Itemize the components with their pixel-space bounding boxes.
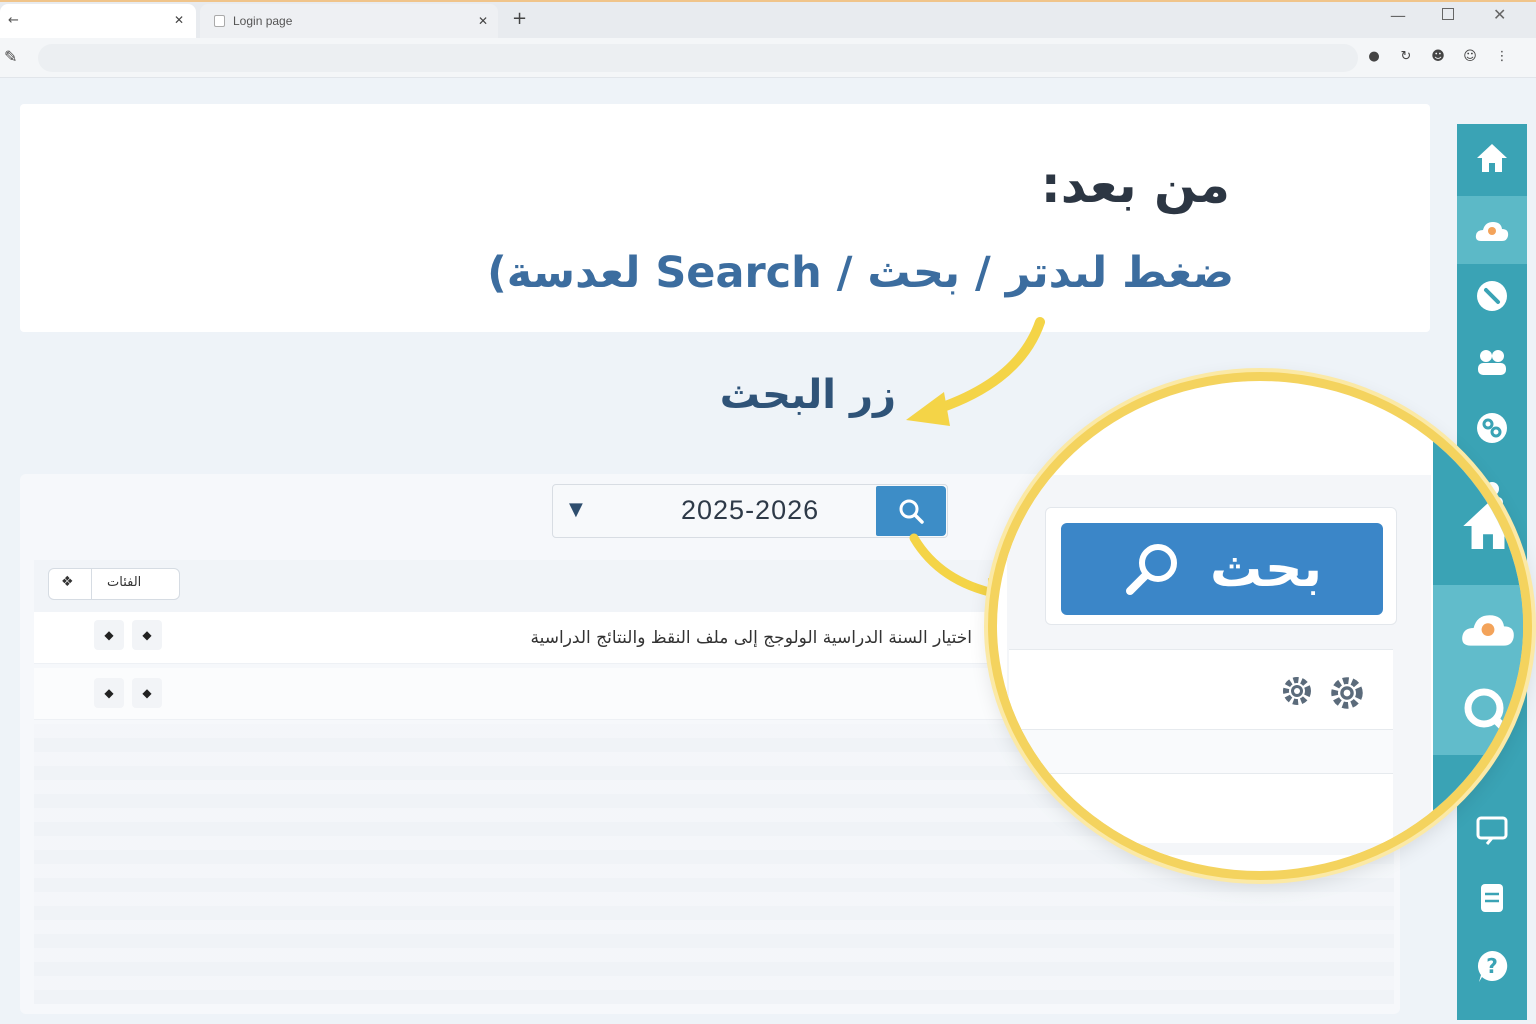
browser-tab[interactable]: ← ✕ — [0, 4, 196, 40]
sidebar-item-home[interactable] — [1457, 124, 1527, 192]
extension-icon[interactable]: ✎ — [4, 47, 17, 66]
zoom-content: بحث — [997, 381, 1523, 871]
search-button-caption: زر البحث — [719, 372, 896, 418]
sidebar-item-profile[interactable] — [1457, 196, 1527, 264]
shield-icon[interactable]: ● — [1366, 48, 1382, 64]
account-icon[interactable]: ☺ — [1462, 48, 1478, 64]
sidebar-item-server[interactable] — [1457, 864, 1527, 932]
instruction-subtitle: ضغط لىدتر / بحث / Search لعدسة) — [487, 248, 1234, 298]
row-action-icon[interactable]: ◆ — [94, 678, 124, 708]
maximize-icon[interactable] — [1442, 8, 1454, 20]
browser-tab-bar: ← ✕ Login page ✕ + — ✕ — [0, 0, 1536, 40]
zoom-sidebar-home[interactable] — [1433, 483, 1523, 569]
server-icon — [1481, 884, 1503, 912]
page-favicon-icon — [214, 15, 225, 27]
window-close-icon[interactable]: ✕ — [1493, 5, 1506, 24]
close-tab-icon[interactable]: ✕ — [478, 14, 488, 28]
address-bar[interactable] — [38, 44, 1358, 72]
categories-label: الفئات — [107, 575, 142, 590]
sidebar-item-link[interactable] — [1457, 262, 1527, 330]
link-icon — [1477, 281, 1507, 311]
user-cloud-icon — [1475, 222, 1509, 241]
user-cloud-icon — [1462, 615, 1514, 646]
toolbar-icons: ● ↻ ☻ ☺ ⋮ — [1366, 48, 1510, 64]
instruction-card: من بعد: ضغط لىدتر / بحث / Search لعدسة) — [20, 104, 1430, 332]
pin-icon: ❖ — [61, 574, 74, 590]
refresh-icon[interactable]: ↻ — [1398, 48, 1414, 64]
svg-text:?: ? — [1486, 954, 1498, 978]
sidebar-item-help[interactable]: ? — [1457, 932, 1527, 1000]
help-icon: ? — [1477, 950, 1508, 982]
row-action-icon[interactable]: ◆ — [132, 678, 162, 708]
search-icon — [899, 499, 924, 524]
zoom-row — [1009, 773, 1393, 843]
divider — [91, 569, 92, 599]
browser-tab-login[interactable]: Login page ✕ — [200, 4, 498, 40]
tab-title: Login page — [233, 14, 293, 28]
search-button[interactable] — [876, 486, 946, 536]
profile-icon[interactable]: ☻ — [1430, 48, 1446, 64]
categories-header[interactable]: ❖ الفئات — [48, 568, 180, 600]
browser-toolbar: ✎ ● ↻ ☻ ☺ ⋮ — [0, 38, 1536, 78]
users-icon — [1478, 350, 1506, 375]
year-select-value: 2025-2026 — [681, 495, 820, 525]
zoom-row — [1009, 729, 1393, 773]
zoom-sidebar-search[interactable] — [1433, 669, 1523, 755]
instruction-title: من بعد: — [1040, 156, 1230, 214]
gear-icon[interactable] — [1329, 675, 1365, 711]
home-icon — [1463, 502, 1513, 550]
row-action-icon[interactable]: ◆ — [94, 620, 124, 650]
search-icon — [1464, 688, 1514, 738]
zoom-search-button[interactable]: بحث — [1061, 523, 1383, 615]
back-arrow-icon[interactable]: ← — [8, 13, 19, 28]
close-tab-icon[interactable]: ✕ — [174, 13, 184, 27]
new-tab-button[interactable]: + — [512, 8, 527, 29]
minimize-icon[interactable]: — — [1390, 6, 1406, 25]
chevron-down-icon[interactable]: ▼ — [569, 499, 583, 520]
zoom-sidebar-profile[interactable] — [1433, 585, 1523, 671]
gear-icon[interactable] — [1281, 675, 1313, 707]
home-icon — [1477, 144, 1507, 172]
row-action-icon[interactable]: ◆ — [132, 620, 162, 650]
zoom-search-label: بحث — [1209, 539, 1323, 599]
menu-icon[interactable]: ⋮ — [1494, 48, 1510, 64]
zoom-magnifier: بحث — [988, 372, 1532, 880]
search-icon — [1125, 544, 1177, 595]
row-text: اختيار السنة الدراسية الولوجج إلى ملف ال… — [530, 628, 972, 648]
